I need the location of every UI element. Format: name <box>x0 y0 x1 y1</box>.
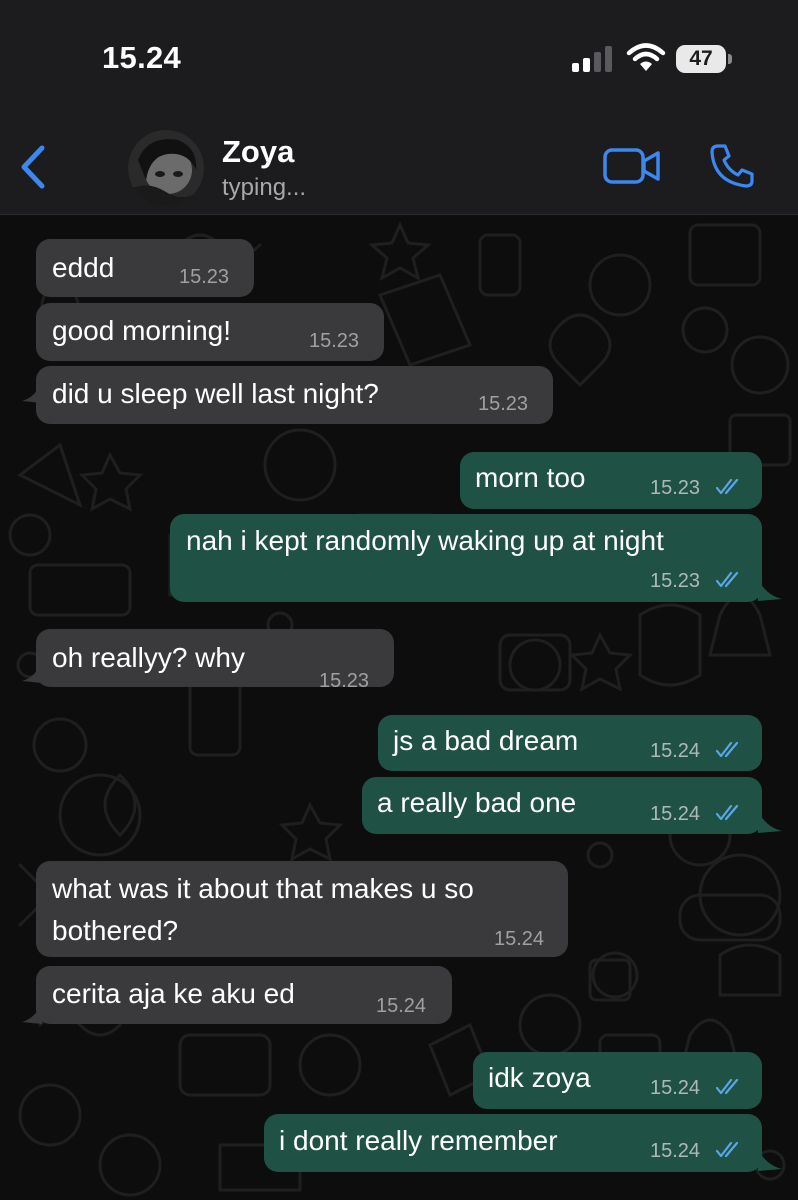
message-text: nah i kept randomly waking up at night <box>186 525 664 556</box>
outgoing-message[interactable]: morn too 15.23 <box>460 452 762 509</box>
chat-header: Zoya typing... <box>0 112 798 215</box>
message-text: good morning! <box>52 315 232 346</box>
incoming-message[interactable]: eddd 15.23 <box>36 239 254 297</box>
phone-icon[interactable] <box>708 142 756 190</box>
message-time: 15.24 <box>376 995 427 1017</box>
message-text: oh reallyy? why <box>52 642 245 673</box>
status-bar: 15.24 47 <box>0 0 798 112</box>
incoming-message[interactable]: what was it about that makes u so bother… <box>36 861 568 957</box>
message-text: i dont really remember <box>279 1125 558 1156</box>
message-time: 15.23 <box>309 330 360 352</box>
incoming-message[interactable]: oh reallyy? why 15.23 <box>36 629 394 692</box>
incoming-message[interactable]: did u sleep well last night? 15.23 <box>36 366 553 424</box>
cellular-signal-icon <box>572 46 612 72</box>
message-time: 15.23 <box>650 570 701 592</box>
outgoing-message[interactable]: idk zoya 15.24 <box>473 1052 762 1109</box>
message-time: 15.23 <box>319 670 370 692</box>
message-text: eddd <box>52 252 115 283</box>
incoming-message[interactable]: cerita aja ke aku ed 15.24 <box>36 966 452 1024</box>
message-time: 15.23 <box>179 266 230 288</box>
message-text: did u sleep well last night? <box>52 378 379 409</box>
message-time: 15.24 <box>494 928 545 950</box>
double-check-icon <box>716 478 739 495</box>
message-time: 15.23 <box>478 393 529 415</box>
outgoing-message[interactable]: a really bad one 15.24 <box>362 777 762 834</box>
message-time: 15.24 <box>650 803 701 825</box>
message-time: 15.24 <box>650 740 701 762</box>
bubble-tail <box>758 811 782 833</box>
battery-level: 47 <box>689 47 713 70</box>
message-text: js a bad dream <box>393 725 579 756</box>
bubble-tail <box>758 579 782 601</box>
battery-indicator: 47 <box>676 45 732 75</box>
double-check-icon <box>716 1141 739 1158</box>
outgoing-message[interactable]: nah i kept randomly waking up at night 1… <box>170 514 762 602</box>
video-camera-icon[interactable] <box>602 146 662 186</box>
message-time: 15.24 <box>650 1077 701 1099</box>
double-check-icon <box>716 804 739 821</box>
message-text-line: bothered? <box>52 915 179 946</box>
message-time: 15.23 <box>650 477 701 499</box>
message-time: 15.24 <box>650 1140 701 1162</box>
message-text: idk zoya <box>488 1062 591 1093</box>
chevron-left-icon[interactable] <box>14 142 54 192</box>
bubble-tail <box>758 1149 782 1171</box>
outgoing-message[interactable]: js a bad dream 15.24 <box>378 715 762 771</box>
contact-name[interactable]: Zoya <box>222 134 294 170</box>
double-check-icon <box>716 1078 739 1095</box>
message-text: morn too <box>475 462 586 493</box>
status-time: 15.24 <box>102 40 182 75</box>
message-text: cerita aja ke aku ed <box>52 978 295 1009</box>
double-check-icon <box>716 741 739 758</box>
outgoing-message[interactable]: i dont really remember 15.24 <box>264 1114 762 1172</box>
double-check-icon <box>716 571 739 588</box>
message-text-line: what was it about that makes u so <box>52 873 474 904</box>
avatar[interactable] <box>128 130 204 206</box>
typing-status: typing... <box>222 174 307 201</box>
wifi-icon <box>626 43 666 71</box>
incoming-message[interactable]: good morning! 15.23 <box>36 303 384 361</box>
chat-area[interactable]: eddd 15.23 good morning! 15.23 did u sle… <box>0 215 798 1200</box>
message-text: a really bad one <box>377 787 577 818</box>
